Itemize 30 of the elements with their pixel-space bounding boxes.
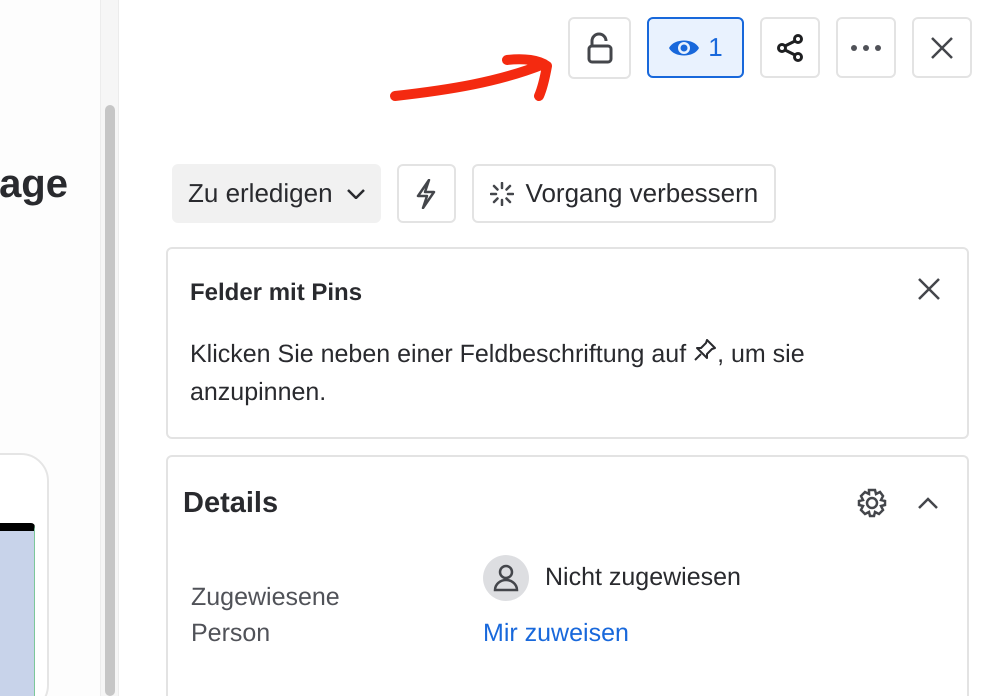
lock-button[interactable] [568, 17, 631, 79]
watch-button[interactable]: 1 [647, 17, 744, 78]
share-button[interactable] [760, 17, 820, 78]
field-label: Zugewiesene Person [191, 582, 341, 649]
settings-icon [856, 487, 888, 519]
sparkle-icon [490, 182, 514, 206]
status-dropdown[interactable]: Zu erledigen [172, 164, 381, 223]
hint-text: Klicken Sie neben einer Feldbeschriftung auf [190, 340, 688, 368]
assign-to-me-link[interactable]: Mir zuweisen [483, 615, 741, 652]
lightning-icon [415, 178, 438, 208]
page-heading: age [0, 161, 68, 208]
chevron-up-icon [918, 497, 938, 509]
hint-text: anzupinnen. [190, 378, 326, 406]
more-icon [851, 44, 881, 50]
close-button[interactable] [912, 17, 972, 78]
pin-icon [693, 338, 718, 362]
share-icon [776, 34, 804, 62]
automation-button[interactable] [396, 164, 456, 223]
card-title: Felder mit Pins [190, 279, 362, 306]
more-button[interactable] [836, 17, 896, 78]
improve-issue-button[interactable]: Vorgang verbessern [472, 164, 776, 223]
field-value: Nicht zugewiesen [545, 562, 741, 594]
scrollbar-thumb[interactable] [104, 105, 114, 696]
section-title: Details [183, 486, 278, 521]
close-icon [917, 277, 941, 301]
avatar-icon [483, 555, 529, 601]
unlocked-lock-icon [586, 32, 612, 64]
chevron-down-icon [346, 188, 365, 198]
hint-text: , um sie [717, 340, 805, 368]
close-icon [930, 36, 954, 60]
